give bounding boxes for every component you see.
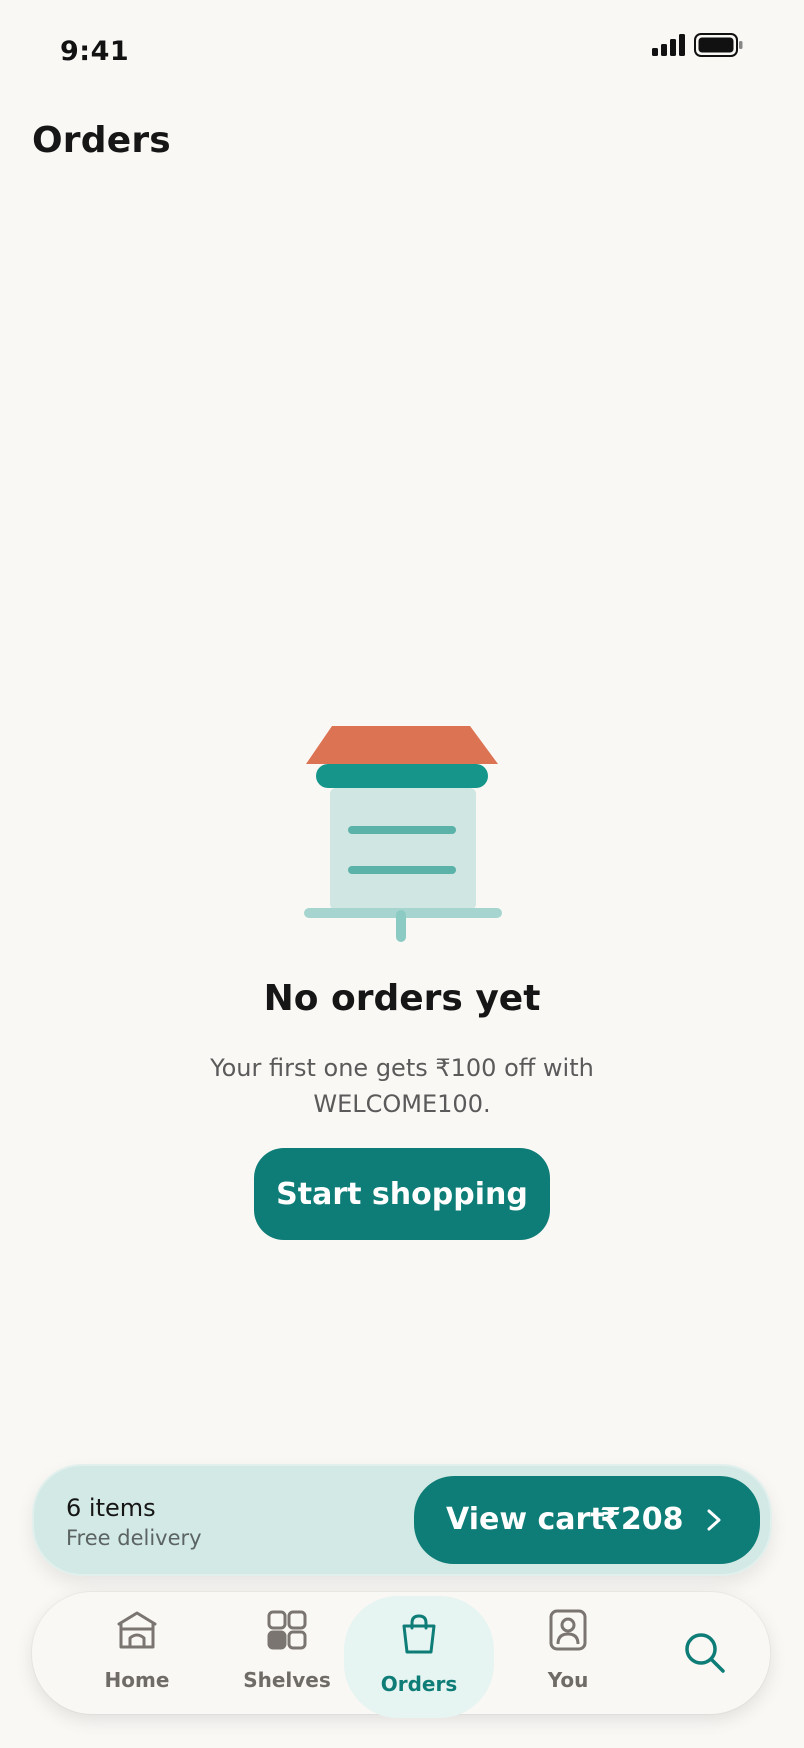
chevron-right-icon [707,1509,721,1531]
cart-total: ₹208 [600,1502,684,1537]
tab-you-label: You [547,1668,589,1692]
tab-shelves[interactable]: Shelves [212,1592,362,1714]
cart-item-count: 6 items [66,1494,156,1522]
empty-state-subtitle: Your first one gets ₹100 off with WELCOM… [210,1054,594,1118]
cart-summary-bar: 6 items Free delivery View cart ₹208 [32,1464,772,1576]
page-title: Orders [32,120,171,161]
tab-home[interactable]: Home [62,1592,212,1714]
tab-orders[interactable]: Orders [344,1596,494,1718]
orders-screen: 9:41 Orders No orders yet Your first one… [0,0,804,1748]
battery-icon [694,33,743,57]
status-time: 9:41 [60,36,130,67]
start-shopping-button[interactable]: Start shopping [254,1148,550,1240]
status-indicators [652,32,746,58]
grid-icon [267,1610,307,1650]
store-icon [304,726,502,942]
bottom-tab-bar: Home Shelves Orders You [32,1592,770,1718]
home-icon [117,1611,157,1649]
profile-icon [549,1609,587,1651]
tab-orders-label: Orders [380,1672,458,1696]
view-cart-button[interactable]: View cart ₹208 [414,1476,760,1564]
tab-you[interactable]: You [493,1592,643,1714]
tab-shelves-label: Shelves [243,1668,331,1692]
signal-icon [652,34,688,56]
empty-state-title: No orders yet [263,978,541,1019]
cart-delivery-note: Free delivery [66,1526,202,1550]
search-icon[interactable] [680,1628,730,1678]
bag-icon [402,1614,436,1654]
tab-home-label: Home [104,1668,170,1692]
view-cart-label: View cart [446,1502,605,1537]
